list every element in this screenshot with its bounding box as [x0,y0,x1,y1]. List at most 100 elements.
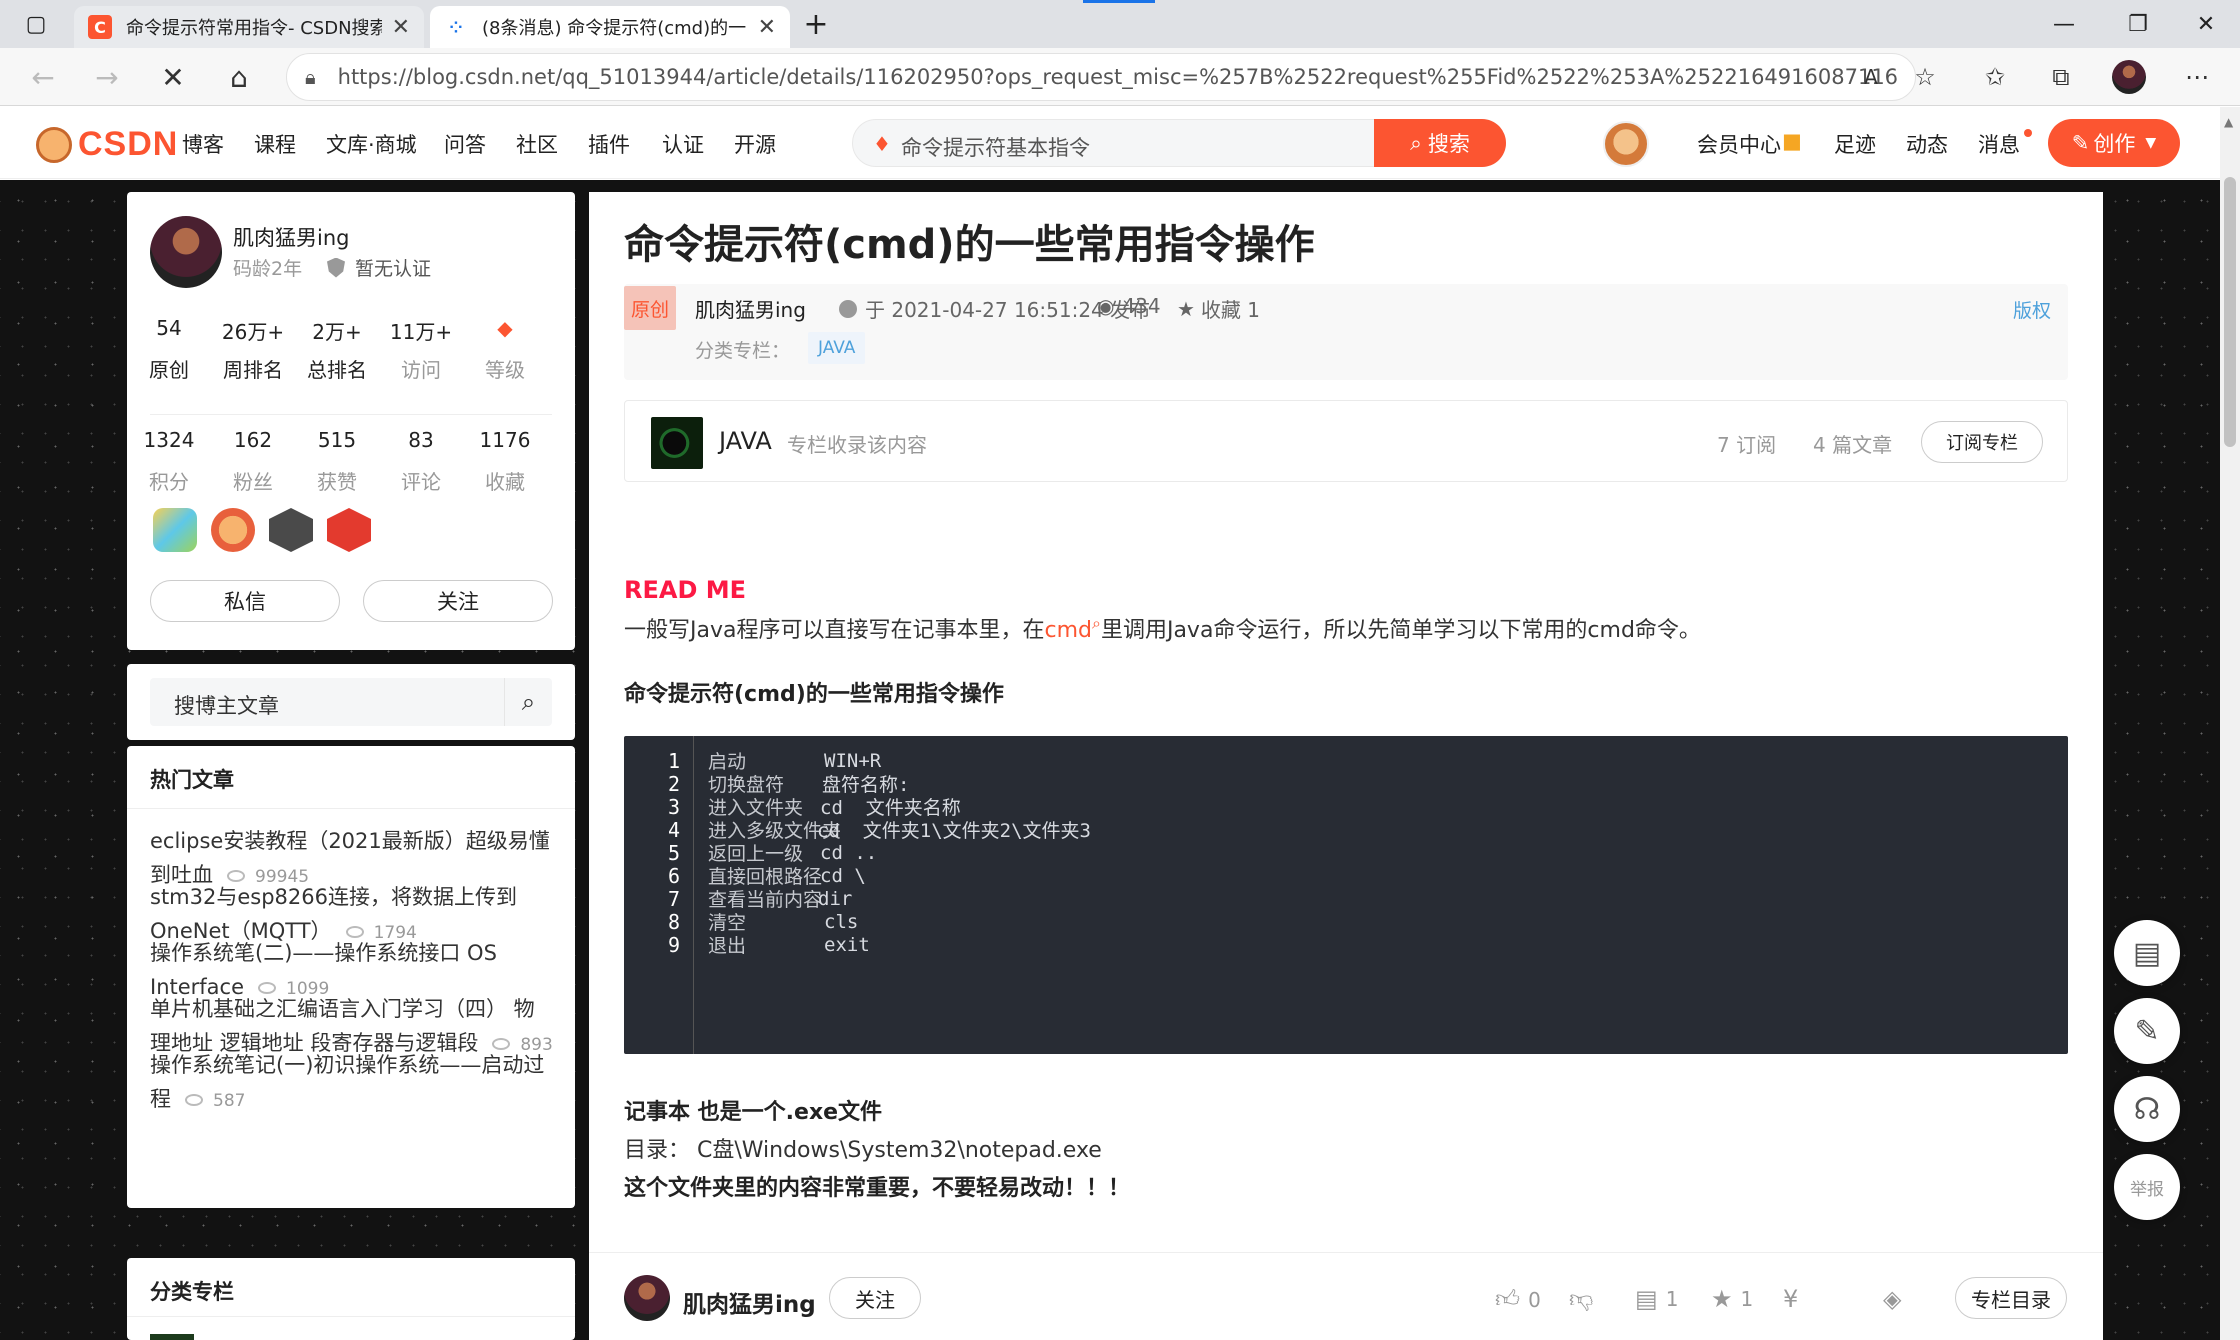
stat-likes[interactable]: 515 获赞 [295,418,379,495]
badge-pen-icon[interactable] [327,508,371,552]
mascot-icon [36,126,72,163]
category-tag[interactable]: JAVA [808,332,866,364]
member-center-link[interactable]: 会员中心 [1697,129,1781,159]
author-avatar[interactable] [150,216,222,288]
loading-spinner-icon: ⁘ [449,17,463,37]
collections-icon[interactable]: ⧉ [2040,56,2082,98]
nav-library[interactable]: 文库·商城 [326,129,417,159]
nav-qa[interactable]: 问答 [444,129,486,159]
yen-icon: ¥ [1783,1285,1799,1313]
like-button[interactable]: 👍︎ 0 [1495,1285,1541,1314]
stat-level[interactable]: ◆ 等级 [463,316,547,383]
create-button[interactable]: ✎ 创作 ▼ [2048,119,2180,167]
minimize-icon[interactable]: — [2034,6,2094,42]
share-button[interactable]: ◈ [1883,1285,1909,1313]
column-menu-button[interactable]: 专栏目录 [1955,1277,2067,1319]
forward-icon[interactable]: → [84,54,130,100]
category-thumbnail[interactable] [150,1334,194,1340]
browser-tab-2[interactable]: ⁘ (8条消息) 命令提示符(cmd)的一 ✕ [430,6,790,48]
site-search-button[interactable]: ⌕ 搜索 [1374,119,1506,167]
clipboard-icon[interactable]: ▤ [2114,920,2180,986]
code-cmd: WIN+R [824,749,882,772]
comment-button[interactable]: ▤ 1 [1635,1285,1678,1313]
restore-icon[interactable]: ❐ [2108,6,2168,42]
footprint-link[interactable]: 足迹 [1834,129,1876,159]
scrollbar[interactable]: ▲ [2220,107,2240,1340]
read-aloud-icon[interactable]: A [1850,56,1892,98]
favorite-button[interactable]: ★ 1 [1711,1285,1753,1313]
code-block[interactable]: 1 启动 WIN+R 2 切换盘符 盘符名称: 3 进入文件夹 cd 文件夹名称 4 进入多级… [624,736,2068,1054]
search-icon[interactable]: ⌕ [504,678,552,726]
messages-link[interactable]: 消息 [1978,129,2020,159]
bottom-author-name[interactable]: 肌肉猛男ing [683,1285,816,1319]
activity-link[interactable]: 动态 [1906,129,1948,159]
badge-hexagon-icon[interactable] [269,508,313,552]
subscribe-column-button[interactable]: 订阅专栏 [1921,421,2043,463]
stat-visits[interactable]: 11万+ 访问 [379,316,463,383]
home-icon[interactable]: ⌂ [216,54,262,100]
bottom-author-avatar[interactable] [624,1275,670,1321]
close-icon[interactable]: ✕ [758,15,776,40]
column-thumbnail[interactable] [651,417,703,469]
blog-search-input[interactable]: 搜博主文章 [174,690,279,720]
edit-icon[interactable]: ✎ [2114,998,2180,1064]
column-name[interactable]: JAVA [719,427,772,455]
csdn-logo[interactable]: CSDN [36,125,178,164]
stat-fans[interactable]: 162 粉丝 [211,418,295,495]
stop-loading-icon[interactable]: ✕ [150,54,196,100]
article-author[interactable]: 肌肉猛男ing [695,294,806,323]
copyright-link[interactable]: 版权 [2013,296,2051,323]
intro-paragraph: 一般写Java程序可以直接写在记事本里，在cmd⌕里调用Java命令运行，所以先… [624,612,1701,644]
favorites-icon[interactable]: ✩ [1974,56,2016,98]
stat-points[interactable]: 1324 积分 [127,418,211,495]
profile-avatar-icon[interactable] [2108,56,2150,98]
reward-button[interactable]: ¥ [1783,1285,1806,1313]
search-icon[interactable]: ⌕ [1092,614,1101,633]
scroll-up-icon[interactable]: ▲ [2224,115,2233,129]
url-field[interactable]: 🔒︎ https://blog.csdn.net/qq_51013944/art… [286,53,1916,101]
hot-article-item[interactable]: 操作系统笔记(一)初识操作系统——启动过 程 587 [150,1048,560,1118]
code-cmd: cd 文件夹1\文件夹2\文件夹3 [817,820,1091,842]
badge-level-5-icon[interactable] [153,508,197,552]
stat-value: 54 [156,316,182,340]
original-tag: 原创 [624,286,676,330]
stat-week-rank[interactable]: 26万+ 周排名 [211,316,295,383]
view-count: 587 [213,1091,246,1111]
follow-button[interactable]: 关注 [363,580,553,622]
report-button[interactable]: 举报 [2114,1154,2180,1220]
close-icon[interactable]: ✕ [392,15,410,40]
stat-original[interactable]: 54 原创 [127,316,211,383]
site-search-input[interactable]: 命令提示符基本指令 [901,132,1090,162]
new-tab-button[interactable]: + [786,6,846,42]
dislike-button[interactable]: 👎︎ [1569,1285,1601,1314]
badge-mascot-icon[interactable] [211,508,255,552]
user-avatar[interactable] [1603,121,1649,167]
nav-community[interactable]: 社区 [516,129,558,159]
nav-cert[interactable]: 认证 [662,129,704,159]
author-name[interactable]: 肌肉猛男ing [233,222,349,252]
nav-opensource[interactable]: 开源 [734,129,776,159]
add-favorite-icon[interactable]: ☆ [1904,56,1946,98]
bottom-follow-button[interactable]: 关注 [829,1277,921,1319]
close-window-icon[interactable]: ✕ [2176,6,2236,42]
article-favorites[interactable]: ★ 收藏 1 [1177,294,1260,323]
stat-total-rank[interactable]: 2万+ 总排名 [295,316,379,383]
nav-course[interactable]: 课程 [254,129,296,159]
stat-favorites[interactable]: 1176 收藏 [463,418,547,495]
tab-actions-icon[interactable]: ▢ [6,6,66,42]
hot-article-title: 单片机基础之汇编语言入门学习（四） 物 [150,997,535,1021]
browser-tab-1[interactable]: C 命令提示符常用指令- CSDN搜索 ✕ [74,6,424,48]
back-icon[interactable]: ← [20,54,66,100]
message-button[interactable]: 私信 [150,580,340,622]
hot-articles-title: 热门文章 [150,768,234,792]
hot-flame-icon: ♦ [873,132,891,156]
more-icon[interactable]: ⋯ [2176,56,2218,98]
stat-label: 等级 [485,358,525,382]
cmd-link[interactable]: cmd [1044,618,1092,643]
headset-icon[interactable]: ☊ [2114,1076,2180,1142]
scroll-thumb[interactable] [2224,177,2236,447]
stat-label: 访问 [401,358,441,382]
nav-blog[interactable]: 博客 [182,129,224,159]
nav-plugin[interactable]: 插件 [588,129,630,159]
stat-comments[interactable]: 83 评论 [379,418,463,495]
